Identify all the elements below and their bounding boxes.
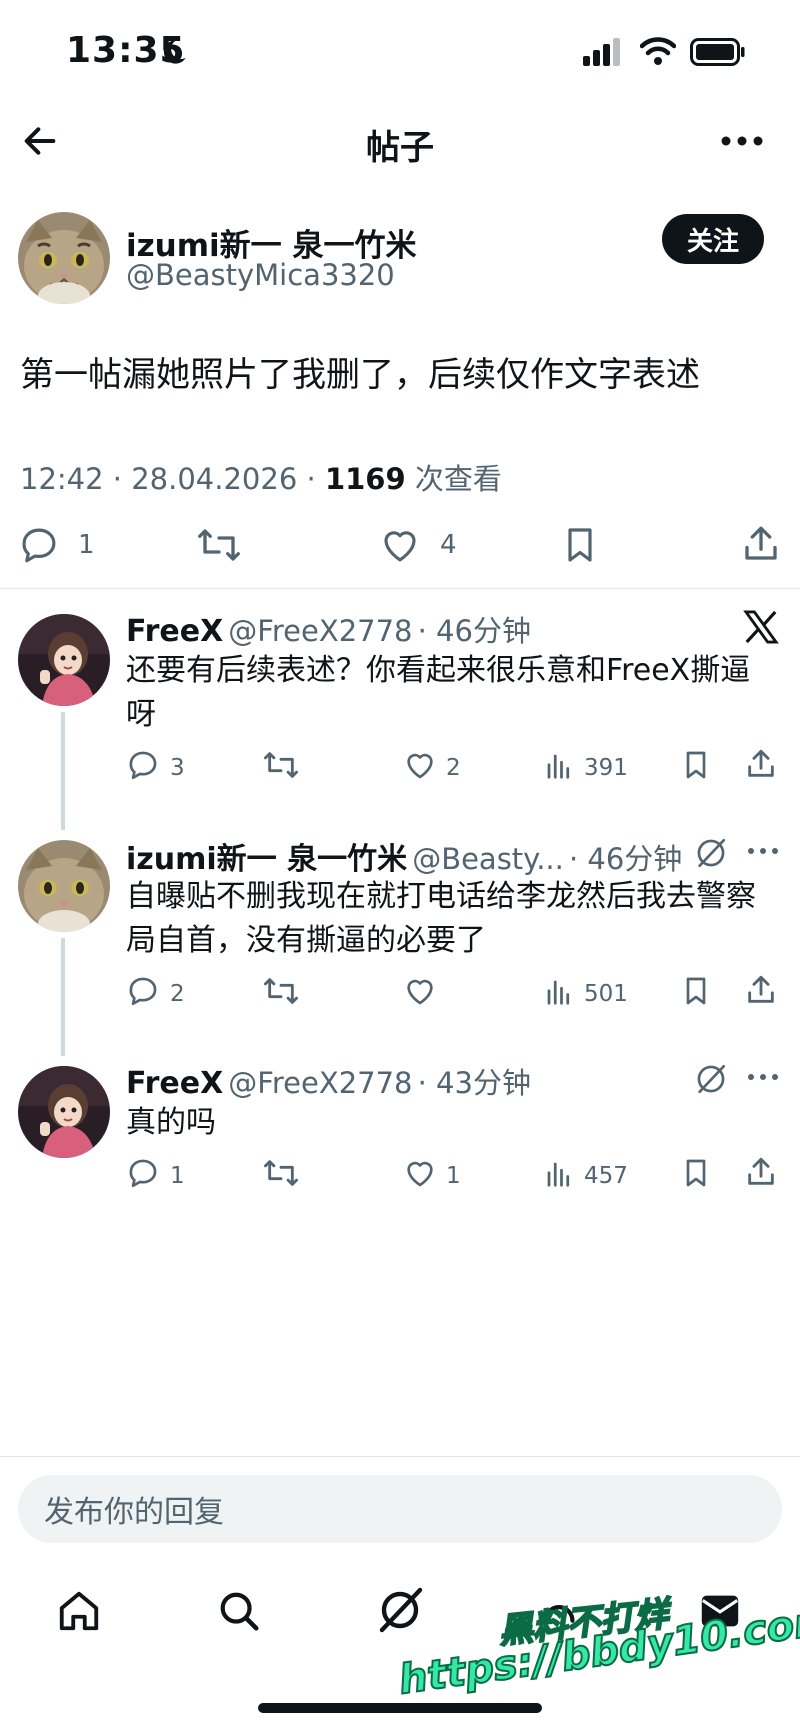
like-icon[interactable] [378, 524, 422, 566]
author-handle[interactable]: @BeastyMica3320 [126, 258, 395, 292]
post-meta: 12:42 · 28.04.2026 · 1169 次查看 [20, 456, 502, 498]
reply-time: · 46分钟 [417, 614, 531, 648]
reply-count: 1 [78, 530, 95, 560]
views-icon[interactable] [544, 976, 574, 1008]
reply-handle[interactable]: @Beasty... [412, 842, 564, 876]
home-icon[interactable] [56, 1588, 102, 1634]
page-title: 帖子 [366, 128, 434, 168]
post-divider [0, 588, 800, 589]
author-avatar[interactable] [18, 212, 110, 304]
bookmark-icon[interactable] [560, 524, 600, 566]
reply-icon[interactable] [126, 1156, 160, 1190]
reply-header: FreeX @FreeX2778 · 46分钟 [126, 608, 531, 650]
retweet-icon[interactable] [196, 524, 242, 566]
reply-text: 自曝贴不删我现在就打电话给李龙然后我去警察局自首，没有撕逼的必要了 [126, 879, 756, 958]
reply-name[interactable]: FreeX [126, 1066, 223, 1101]
view-count: 457 [584, 1163, 628, 1189]
home-indicator [258, 1703, 542, 1713]
like-icon[interactable] [402, 1156, 438, 1190]
thread-line [61, 712, 65, 830]
reply-header: izumi新一 泉一竹米 @Beasty... · 46分钟 [126, 834, 682, 878]
thread-line [61, 938, 65, 1056]
retweet-icon[interactable] [262, 1156, 300, 1190]
reply-time: · 46分钟 [568, 842, 683, 876]
grok-icon[interactable] [694, 1062, 728, 1096]
reply-avatar[interactable] [18, 1066, 110, 1158]
reply-icon[interactable] [126, 748, 160, 782]
retweet-icon[interactable] [262, 974, 300, 1008]
reply-handle[interactable]: @FreeX2778 [228, 1066, 412, 1100]
follow-button[interactable]: 关注 [662, 214, 764, 264]
reply-input[interactable]: 发布你的回复 [18, 1475, 782, 1543]
bookmark-icon[interactable] [680, 1156, 712, 1190]
reply-avatar[interactable] [18, 840, 110, 932]
battery-icon [690, 38, 746, 66]
like-count: 1 [446, 1163, 461, 1189]
view-count: 391 [584, 755, 628, 781]
reply-header: FreeX @FreeX2778 · 43分钟 [126, 1060, 531, 1102]
cellular-signal-icon [583, 38, 623, 66]
more-icon[interactable] [746, 844, 780, 858]
reply-icon[interactable] [18, 524, 60, 566]
like-icon[interactable] [402, 748, 438, 782]
retweet-icon[interactable] [262, 748, 300, 782]
reply-count: 2 [170, 981, 185, 1007]
grok-icon[interactable] [376, 1586, 424, 1634]
views-icon[interactable] [544, 1158, 574, 1190]
reply-count: 1 [170, 1163, 185, 1189]
post-time: 12:42 · 28.04.2026 · [20, 462, 325, 496]
like-count: 4 [440, 530, 457, 560]
reply-handle[interactable]: @FreeX2778 [228, 614, 412, 648]
search-icon[interactable] [216, 1588, 262, 1634]
post-text: 第一帖漏她照片了我删了，后续仅作文字表述 [20, 355, 700, 395]
bookmark-icon[interactable] [680, 974, 712, 1008]
share-icon[interactable] [744, 1154, 778, 1190]
reply-icon[interactable] [126, 974, 160, 1008]
like-icon[interactable] [402, 974, 438, 1008]
post-views-label: 次查看 [405, 462, 502, 496]
more-icon[interactable] [720, 128, 764, 154]
reply-count: 3 [170, 755, 185, 781]
reply-name[interactable]: izumi新一 泉一竹米 [126, 842, 407, 877]
x-logo-icon [742, 608, 780, 646]
like-count: 2 [446, 755, 461, 781]
view-count: 501 [584, 981, 628, 1007]
reply-avatar[interactable] [18, 614, 110, 706]
share-icon[interactable] [744, 972, 778, 1008]
share-icon[interactable] [740, 522, 782, 566]
reply-time: · 43分钟 [417, 1066, 531, 1100]
reply-text: 真的吗 [126, 1105, 216, 1140]
moon-icon [160, 38, 188, 66]
views-icon[interactable] [544, 750, 574, 782]
post-views: 1169 [324, 462, 406, 496]
grok-icon[interactable] [694, 836, 728, 870]
reply-text: 还要有后续表述？你看起来很乐意和FreeX撕逼呀 [126, 653, 751, 732]
share-icon[interactable] [744, 746, 778, 782]
composer-divider [0, 1456, 800, 1457]
bookmark-icon[interactable] [680, 748, 712, 782]
reply-name[interactable]: FreeX [126, 614, 223, 649]
more-icon[interactable] [746, 1070, 780, 1084]
wifi-icon [640, 36, 676, 66]
